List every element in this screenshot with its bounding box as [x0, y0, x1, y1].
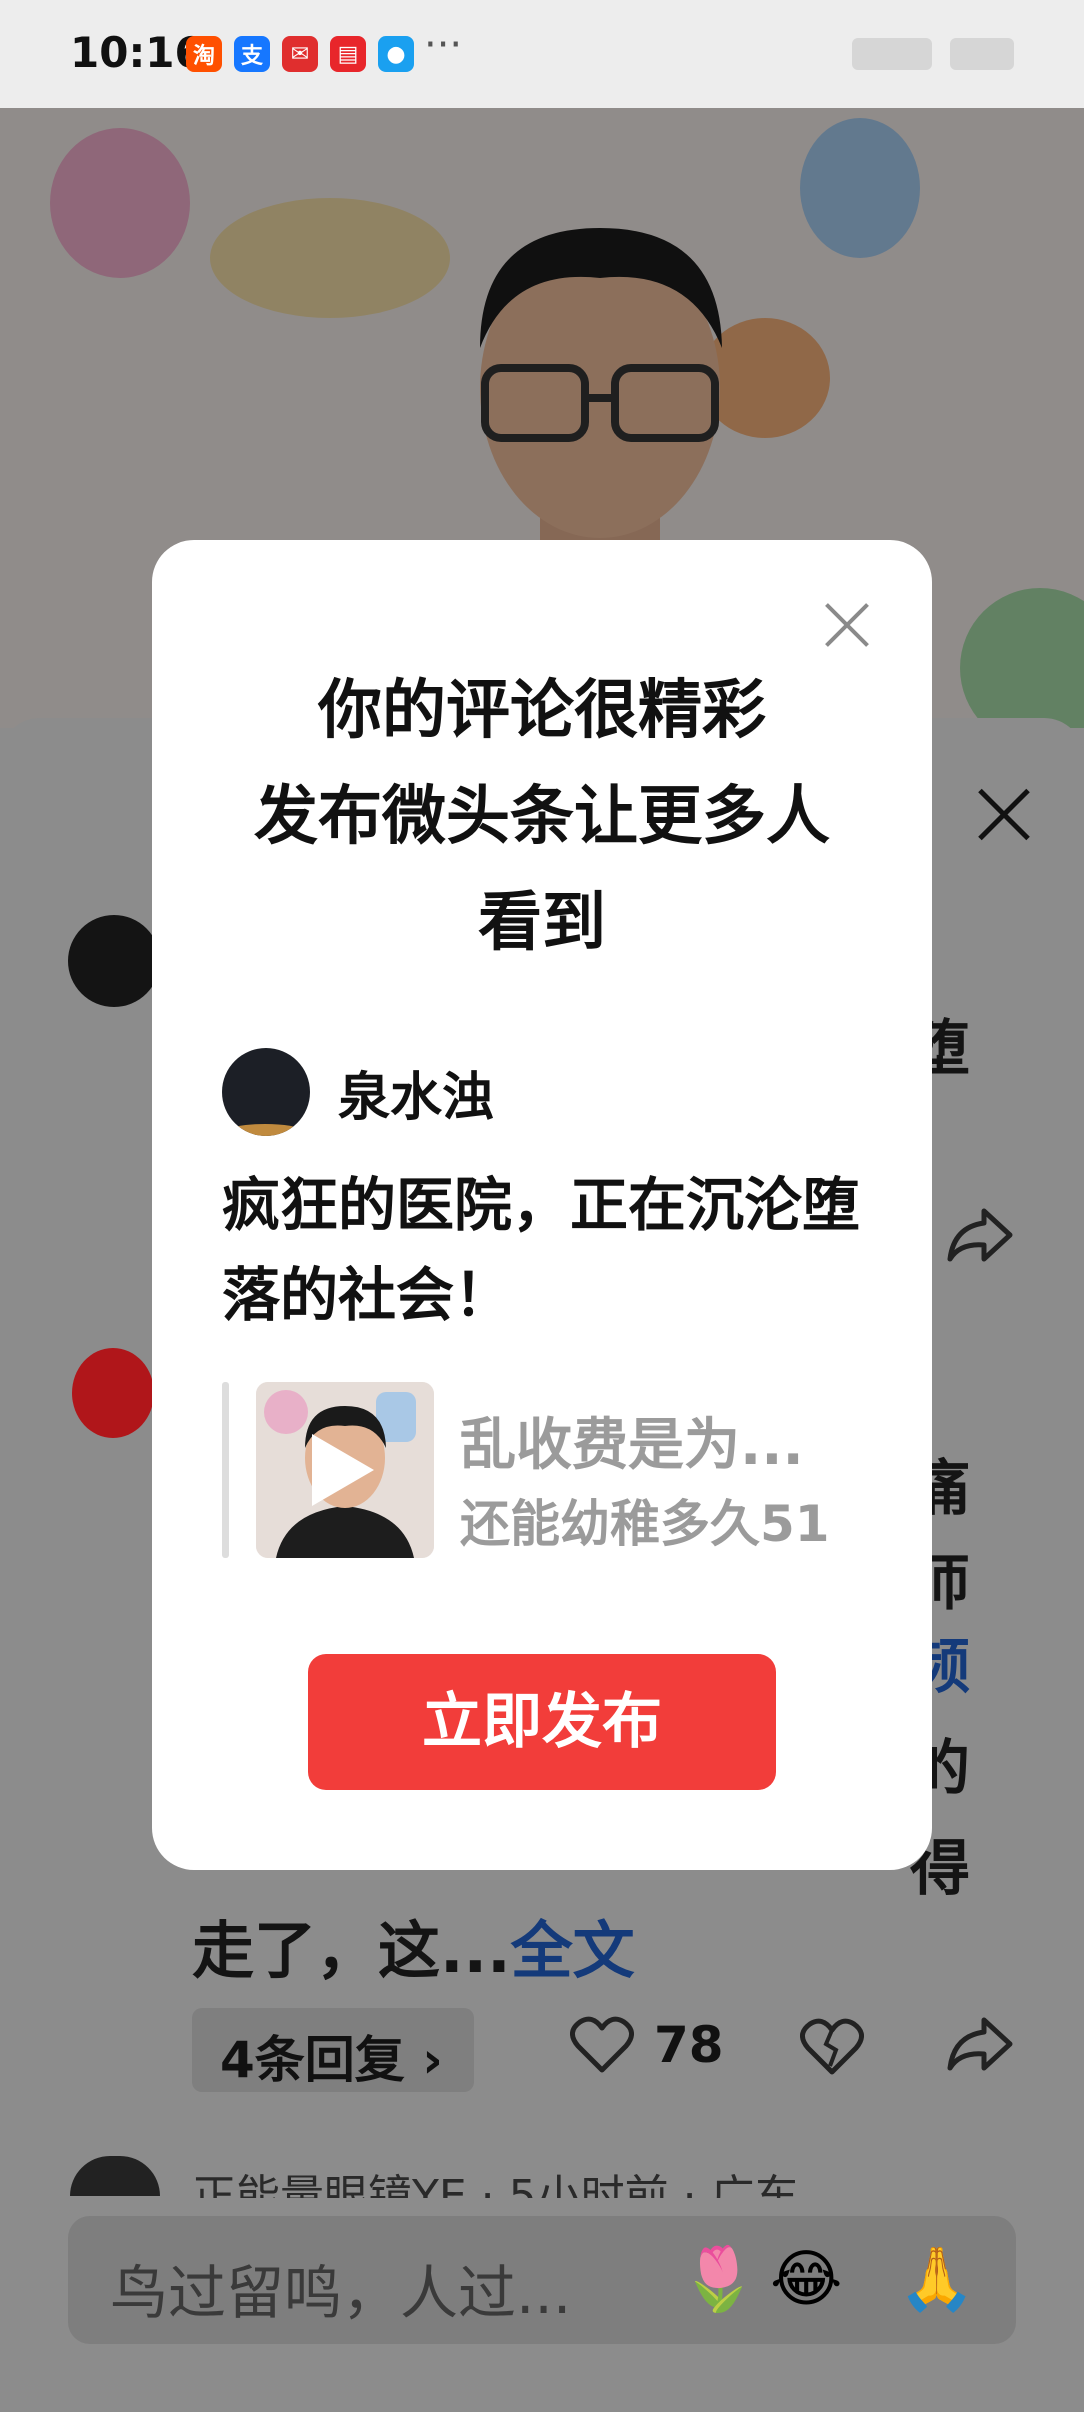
comment-text: 走了，这... [192, 1914, 511, 1987]
more-notifications-icon: ··· [424, 22, 463, 68]
dialog-user-row: 泉水浊 [222, 1048, 494, 1136]
taobao-icon: 淘 [186, 36, 222, 72]
status-bar: 10:16 淘 支 ✉ ▤ ● ··· [0, 0, 1084, 108]
alipay-icon: 支 [234, 36, 270, 72]
referenced-video-thumbnail [256, 1382, 434, 1558]
tulip-emoji-icon[interactable]: 🌷 [680, 2242, 757, 2316]
dialog-title-line: 发布微头条让更多人 [254, 780, 830, 854]
dialog-title-line: 看到 [478, 886, 606, 960]
comment-input-placeholder[interactable]: 鸟过留鸣，人过... [110, 2246, 571, 2330]
next-comment-header: 正能量眼镜YE · 5小时前 · 广东 [192, 2171, 799, 2198]
replies-button[interactable]: 4条回复 › [192, 2008, 474, 2092]
share-icon[interactable] [946, 2014, 1014, 2074]
referenced-video-subtitle: 还能幼稚多久51 [460, 1495, 830, 1553]
huawei-mail-icon: ✉ [282, 36, 318, 72]
quote-divider [222, 1382, 229, 1558]
referenced-video-title: 乱收费是为... [460, 1413, 804, 1478]
comment-last-line: 走了，这...全文 [192, 1900, 635, 1990]
like-button[interactable]: 78 [570, 2016, 724, 2074]
status-time: 10:16 [70, 28, 204, 77]
heart-icon [570, 2016, 634, 2073]
username: 泉水浊 [338, 1067, 495, 1128]
comment-preview-text: 疯狂的医院，正在沉沦堕落的社会！ [222, 1171, 861, 1329]
close-dialog-icon[interactable] [822, 600, 872, 650]
dialog-title: 你的评论很精彩 发布微头条让更多人 看到 [152, 658, 932, 976]
publish-dialog: 你的评论很精彩 发布微头条让更多人 看到 泉水浊 疯狂的医院，正在沉沦堕落的社会… [152, 540, 932, 1870]
share-icon[interactable] [946, 1205, 1014, 1265]
full-text-link[interactable]: 全文 [511, 1914, 635, 1987]
play-icon [312, 1434, 374, 1506]
like-count: 78 [654, 2016, 724, 2074]
comment-avatar[interactable] [68, 915, 160, 1007]
close-comments-icon[interactable] [968, 778, 1040, 850]
status-app-icons: 淘 支 ✉ ▤ ● [186, 36, 414, 72]
comment-input-bar[interactable]: 鸟过留鸣，人过... 🌷 😂 🙏 [68, 2216, 1016, 2344]
signal-icon [852, 38, 932, 70]
message-app-icon: ● [378, 36, 414, 72]
book-app-icon: ▤ [330, 36, 366, 72]
dislike-icon[interactable] [800, 2018, 864, 2076]
publish-now-button[interactable]: 立即发布 [308, 1654, 776, 1790]
status-indicators [852, 38, 1014, 70]
user-avatar [222, 1048, 310, 1136]
comment-avatar[interactable] [72, 1348, 154, 1438]
battery-icon [950, 38, 1014, 70]
laughing-emoji-icon[interactable]: 😂 [770, 2242, 842, 2315]
dialog-title-line: 你的评论很精彩 [318, 674, 766, 748]
pray-emoji-icon[interactable]: 🙏 [898, 2242, 975, 2316]
